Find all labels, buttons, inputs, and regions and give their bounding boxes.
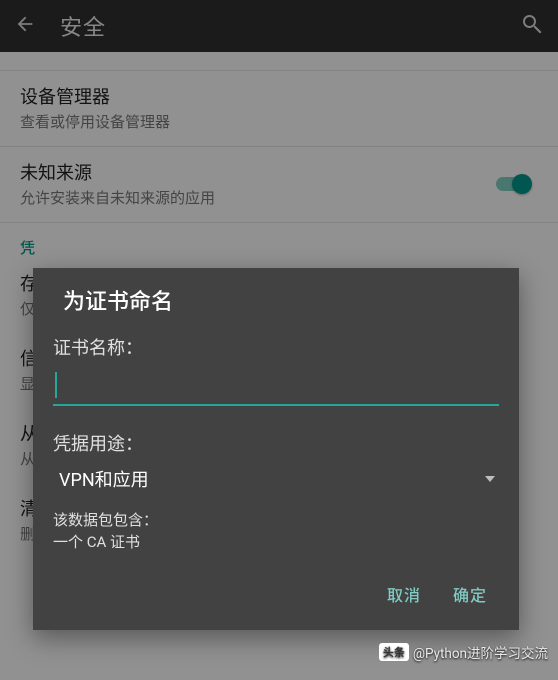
cancel-button[interactable]: 取消 (371, 574, 437, 614)
usage-value: VPN和应用 (53, 462, 485, 496)
usage-dropdown[interactable]: VPN和应用 (53, 462, 499, 496)
watermark-logo: 头条 (379, 643, 409, 661)
text-caret (55, 372, 57, 398)
dialog-actions: 取消 确定 (33, 554, 519, 630)
usage-label: 凭据用途： (33, 406, 519, 458)
watermark: 头条 @Python进阶学习交流 (379, 642, 548, 662)
dialog-title: 为证书命名 (33, 268, 519, 328)
ok-button[interactable]: 确定 (437, 574, 503, 614)
package-info: 该数据包包含： 一个 CA 证书 (33, 496, 519, 554)
cert-name-label: 证书名称： (33, 328, 519, 362)
watermark-handle: @Python进阶学习交流 (413, 642, 548, 662)
name-certificate-dialog: 为证书命名 证书名称： 凭据用途： VPN和应用 该数据包包含： 一个 CA 证… (33, 268, 519, 630)
chevron-down-icon (485, 476, 495, 482)
cert-name-input[interactable] (53, 370, 499, 406)
